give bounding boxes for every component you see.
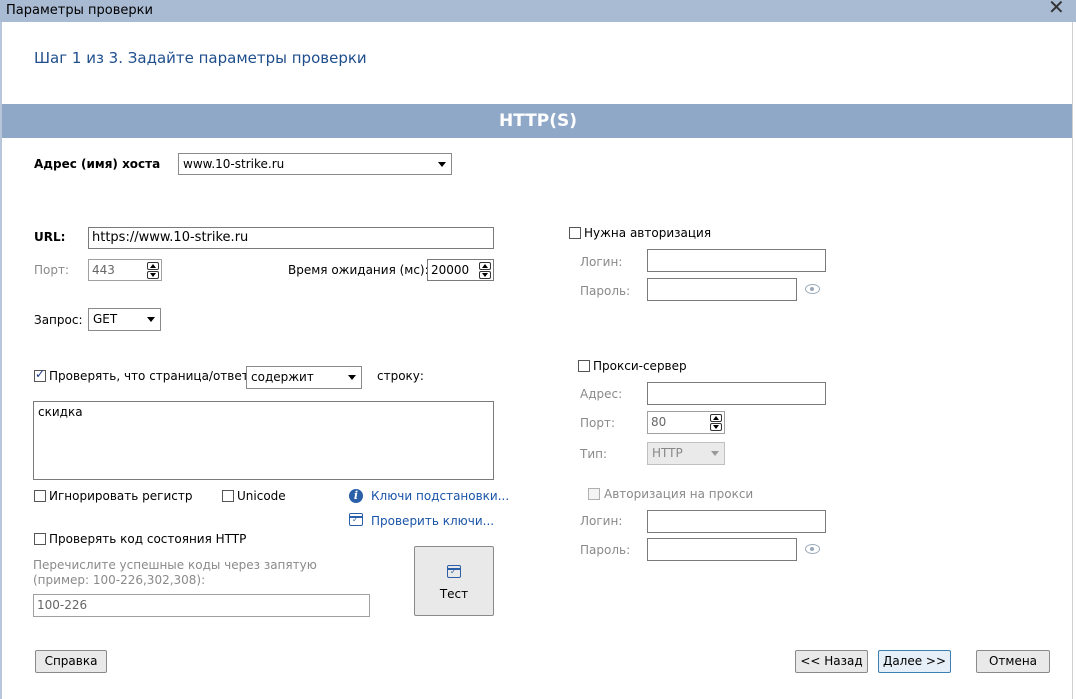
proxy-address-input[interactable] xyxy=(647,382,826,405)
calendar-check-icon xyxy=(348,513,363,526)
spin-up-icon[interactable] xyxy=(710,414,722,422)
proxy-port-label: Порт: xyxy=(580,416,616,430)
http-status-checkbox[interactable] xyxy=(34,533,46,545)
next-button[interactable]: Далее >> xyxy=(878,650,951,673)
proxy-type-combo[interactable]: HTTP xyxy=(647,442,725,465)
unicode-label: Unicode xyxy=(237,489,286,503)
proxy-auth-label: Авторизация на прокси xyxy=(604,487,754,501)
url-label: URL: xyxy=(34,230,66,244)
proxy-login-label: Логин: xyxy=(580,514,623,528)
spin-up-icon[interactable] xyxy=(479,262,491,270)
calendar-icon xyxy=(446,565,461,578)
auth-checkbox[interactable] xyxy=(569,227,581,239)
timeout-label: Время ожидания (мс): xyxy=(288,263,429,277)
ignore-case-label: Игнорировать регистр xyxy=(49,489,193,503)
proxy-login-input[interactable] xyxy=(647,510,826,533)
condition-value: содержит xyxy=(251,370,314,384)
spinner[interactable] xyxy=(710,414,722,431)
spin-up-icon[interactable] xyxy=(147,262,159,270)
spinner[interactable] xyxy=(147,262,159,279)
content-textarea[interactable]: скидка xyxy=(33,401,494,480)
auth-password-label: Пароль: xyxy=(580,284,631,298)
auth-login-label: Логин: xyxy=(580,255,623,269)
timeout-stepper[interactable]: 20000 xyxy=(427,259,494,281)
proxy-type-value: HTTP xyxy=(652,446,683,460)
auth-label: Нужна авторизация xyxy=(584,226,712,240)
test-button[interactable]: Тест xyxy=(414,546,494,616)
http-status-hint-2: (пример: 100-226,302,308): xyxy=(33,573,206,587)
back-button[interactable]: << Назад xyxy=(795,650,868,673)
proxy-auth-checkbox[interactable] xyxy=(588,488,600,500)
content-check-checkbox[interactable] xyxy=(34,367,46,382)
substitution-keys-link[interactable]: Ключи подстановки... xyxy=(371,489,509,503)
condition-combo[interactable]: содержит xyxy=(246,366,362,389)
string-label: строку: xyxy=(377,369,424,383)
proxy-port-value: 80 xyxy=(651,415,667,429)
timeout-value: 20000 xyxy=(431,263,470,277)
close-icon[interactable]: ✕ xyxy=(1048,0,1065,18)
info-icon: i xyxy=(349,489,363,503)
auth-login-input[interactable] xyxy=(647,249,826,272)
proxy-type-label: Тип: xyxy=(580,447,608,461)
ignore-case-checkbox[interactable] xyxy=(34,490,46,502)
check-keys-link[interactable]: Проверить ключи... xyxy=(371,514,494,528)
proxy-label: Прокси-сервер xyxy=(593,359,687,373)
host-value: www.10-strike.ru xyxy=(183,157,285,171)
window-titlebar xyxy=(0,0,1076,22)
help-button[interactable]: Справка xyxy=(35,650,107,673)
cancel-button[interactable]: Отмена xyxy=(976,650,1050,673)
request-label: Запрос: xyxy=(34,313,83,327)
window-title: Параметры проверки xyxy=(6,3,153,18)
proxy-password-input[interactable] xyxy=(647,538,797,561)
auth-password-input[interactable] xyxy=(647,278,797,301)
request-value: GET xyxy=(93,312,118,326)
eye-icon[interactable] xyxy=(805,544,820,554)
host-label: Адрес (имя) хоста xyxy=(34,157,161,171)
port-stepper[interactable]: 443 xyxy=(88,259,162,281)
chevron-down-icon xyxy=(147,317,155,322)
test-button-label: Тест xyxy=(439,587,469,601)
host-combo[interactable]: www.10-strike.ru xyxy=(178,153,452,175)
spinner[interactable] xyxy=(479,262,491,279)
port-label: Порт: xyxy=(34,263,70,277)
section-title: HTTP(S) xyxy=(498,111,578,131)
proxy-port-stepper[interactable]: 80 xyxy=(647,411,725,434)
chevron-down-icon xyxy=(438,162,446,167)
unicode-checkbox[interactable] xyxy=(222,490,234,502)
spin-down-icon[interactable] xyxy=(147,271,159,279)
eye-icon[interactable] xyxy=(805,284,820,294)
spin-down-icon[interactable] xyxy=(710,423,722,431)
proxy-password-label: Пароль: xyxy=(580,543,631,557)
request-combo[interactable]: GET xyxy=(88,308,161,331)
chevron-down-icon xyxy=(711,451,719,456)
url-input[interactable]: https://www.10-strike.ru xyxy=(88,227,494,249)
proxy-address-label: Адрес: xyxy=(580,387,623,401)
chevron-down-icon xyxy=(348,375,356,380)
spin-down-icon[interactable] xyxy=(479,271,491,279)
port-value: 443 xyxy=(92,263,115,277)
content-check-label: Проверять, что страница/ответ xyxy=(49,369,249,383)
http-status-label: Проверять код состояния HTTP xyxy=(49,532,247,546)
proxy-checkbox[interactable] xyxy=(578,360,590,372)
http-codes-input[interactable]: 100-226 xyxy=(33,594,370,617)
step-title: Шаг 1 из 3. Задайте параметры проверки xyxy=(34,49,367,67)
http-status-hint-1: Перечислите успешные коды через запятую xyxy=(33,558,317,572)
